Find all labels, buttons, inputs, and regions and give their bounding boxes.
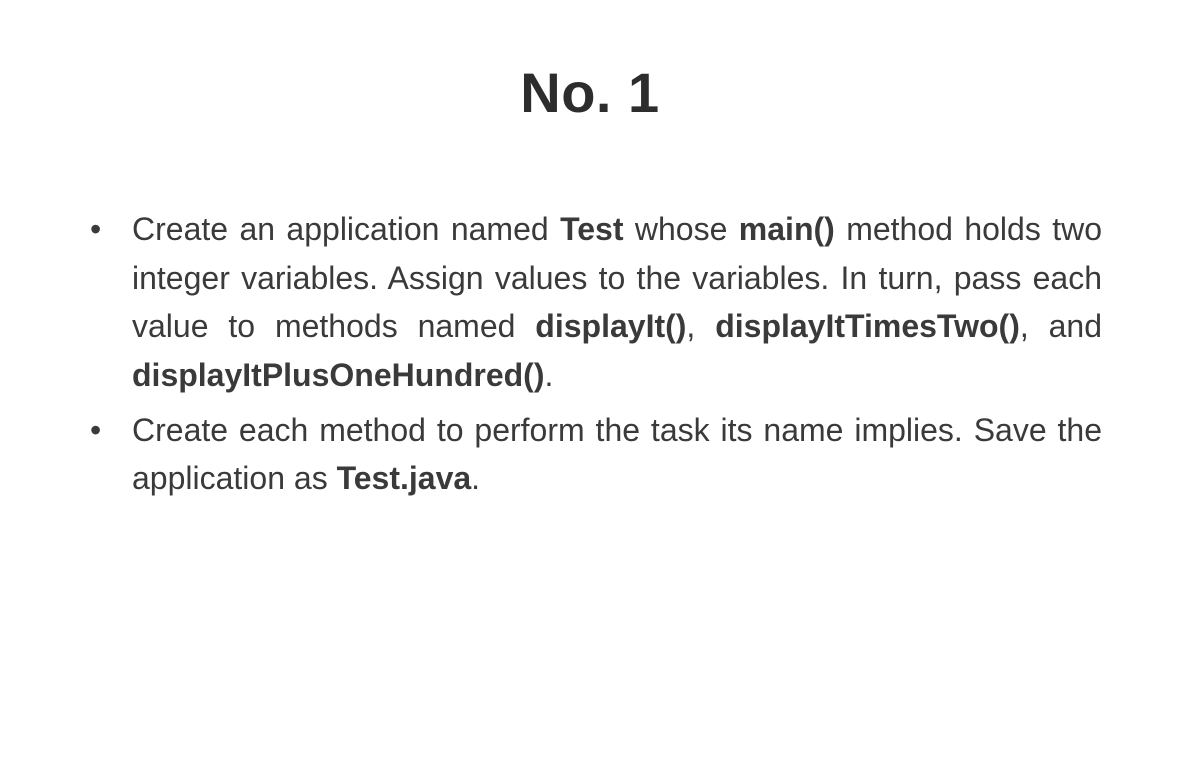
bullet-item: Create each method to perform the task i… [78,406,1102,503]
text-run: Create an application named [132,211,560,247]
text-run: , and [1020,308,1102,344]
text-run: whose [624,211,739,247]
bold-text: displayItPlusOneHundred() [132,357,544,393]
bullet-item: Create an application named Test whose m… [78,205,1102,400]
text-run: Create each method to perform the task i… [132,412,1102,497]
text-run: . [471,460,480,496]
text-run: , [686,308,715,344]
text-run: . [544,357,553,393]
bold-text: main() [739,211,835,247]
bold-text: displayIt() [535,308,686,344]
bold-text: displayItTimesTwo() [715,308,1020,344]
bullet-list: Create an application named Test whose m… [78,205,1102,503]
bold-text: Test [560,211,623,247]
bold-text: Test.java [337,460,472,496]
page-title: No. 1 [78,60,1102,125]
